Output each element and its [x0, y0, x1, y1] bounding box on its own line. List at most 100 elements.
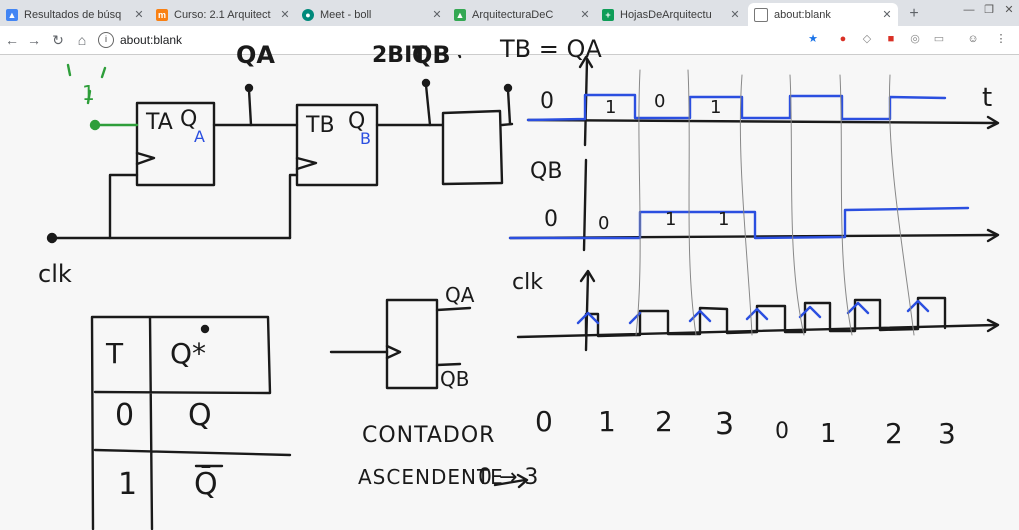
close-icon[interactable]: ✕	[278, 8, 292, 21]
counter-value: 3	[938, 417, 956, 450]
tab-title: HojasDeArquitectu	[620, 8, 712, 21]
tab-arquitectura[interactable]: ▲ ArquitecturaDeC ✕	[448, 3, 596, 26]
input-one-label: 1	[82, 81, 95, 105]
clk-label: clk	[38, 260, 72, 288]
close-window-button[interactable]: ✕	[1000, 3, 1018, 17]
next-block	[441, 109, 504, 186]
tab-strip: ▲ Resultados de búsq ✕ m Curso: 2.1 Arqu…	[0, 0, 1019, 26]
grid-line	[635, 69, 641, 336]
ff-a-clk-triangle	[135, 151, 156, 166]
ff-a-sub: A	[194, 127, 205, 146]
extension-icon[interactable]: ◇	[860, 32, 874, 46]
ff-b-t: TB	[306, 113, 335, 138]
cast-icon[interactable]: ▭	[932, 32, 946, 46]
tab-hojas[interactable]: + HojasDeArquitectu ✕	[596, 3, 746, 26]
counter-value: 0	[535, 405, 553, 438]
qb-bit: 1	[718, 209, 730, 230]
counter-label: CONTADOR	[362, 423, 496, 448]
time-axis-label: t	[982, 83, 993, 113]
tab-title: ArquitecturaDeC	[472, 8, 554, 21]
new-tab-button[interactable]: +	[904, 4, 924, 24]
back-button[interactable]: ←	[2, 30, 22, 50]
truth-row-2-q: Q̄	[194, 467, 218, 502]
label-qb: QB	[412, 41, 451, 69]
ascending-range: 0 → 3	[478, 465, 539, 490]
qa-bit: 0	[654, 91, 666, 112]
tab-title: Meet - boll	[320, 8, 372, 21]
close-icon[interactable]: ✕	[578, 8, 592, 21]
tab-meet[interactable]: ● Meet - boll ✕	[296, 3, 448, 26]
home-button[interactable]: ⌂	[72, 30, 92, 50]
record-icon[interactable]: ■	[884, 32, 898, 46]
qa-level-label: 0	[540, 89, 554, 114]
counter-value: 0	[775, 419, 789, 444]
block-out-qb: QB	[440, 367, 470, 391]
close-icon[interactable]: ✕	[132, 8, 146, 21]
reload-button[interactable]: ↻	[48, 30, 68, 50]
info-icon[interactable]: i	[98, 32, 114, 48]
qa-bit: 1	[605, 97, 617, 118]
google-drive-icon: ▲	[6, 8, 18, 21]
sheets-icon: +	[602, 8, 614, 21]
truth-header-q: Q*	[170, 337, 207, 370]
page-icon	[754, 7, 768, 22]
qb-bit: 0	[598, 213, 610, 234]
input-node	[89, 119, 101, 131]
forward-button[interactable]: →	[24, 30, 44, 50]
next-tap-node	[503, 83, 513, 93]
truth-header-t: T	[106, 337, 124, 370]
camera-icon[interactable]: ◎	[908, 32, 922, 46]
opera-icon[interactable]: ●	[836, 32, 850, 46]
qa-axis	[526, 118, 997, 125]
counter-block	[385, 298, 439, 390]
avatar[interactable]: ☺	[966, 32, 980, 46]
close-icon[interactable]: ✕	[880, 8, 894, 21]
bookmark-star-icon[interactable]: ★	[806, 32, 820, 46]
qa-tap	[247, 88, 253, 127]
counter-value: 1	[820, 419, 837, 449]
close-icon[interactable]: ✕	[430, 8, 444, 21]
clk-vertical-axis	[584, 271, 590, 352]
qb-row-label: QB	[530, 159, 563, 184]
qa-waveform	[526, 93, 947, 122]
tab-curso[interactable]: m Curso: 2.1 Arquitect ✕	[150, 3, 296, 26]
qb-level-label: 0	[544, 207, 558, 232]
counter-out-b	[435, 362, 462, 367]
tab-search-results[interactable]: ▲ Resultados de búsq ✕	[0, 3, 150, 26]
tab-about-blank[interactable]: about:blank ✕	[748, 3, 898, 26]
close-icon[interactable]: ✕	[728, 8, 742, 21]
counter-value: 2	[655, 405, 673, 438]
ff-a-t: TA	[146, 110, 173, 135]
meet-icon: ●	[302, 8, 314, 21]
truth-row-2-t: 1	[118, 467, 138, 502]
qb-bit: 1	[665, 209, 677, 230]
tab-title: Curso: 2.1 Arquitect	[174, 8, 271, 21]
menu-icon[interactable]: ⋮	[994, 32, 1008, 46]
qb-tap	[424, 83, 432, 127]
grid-line	[789, 74, 805, 336]
next-tap	[506, 88, 512, 126]
tab-title: about:blank	[774, 8, 831, 21]
ff-b-sub: B	[360, 129, 371, 148]
tab-title: Resultados de búsq	[24, 8, 122, 21]
counter-clk-triangle	[385, 344, 402, 360]
truth-row-1-q: Q	[188, 398, 212, 433]
minimize-button[interactable]: —	[960, 3, 978, 17]
qa-bit: 1	[710, 97, 722, 118]
counter-value: 2	[885, 417, 903, 450]
maximize-button[interactable]: ❐	[980, 3, 998, 17]
equation: TB = QA	[500, 35, 602, 63]
moodle-icon: m	[156, 8, 168, 21]
whiteboard: 2BIT QA QB TB = QA clk 1 TA Q A TB Q B T…	[0, 35, 1019, 530]
block-out-qa: QA	[445, 283, 475, 307]
grid-line	[687, 69, 697, 336]
q-star-mark	[200, 324, 210, 334]
url-text: about:blank	[120, 33, 183, 47]
google-drive-icon: ▲	[454, 8, 466, 21]
qa-tap-node	[244, 83, 254, 93]
ff-b-clk-triangle	[295, 156, 318, 171]
clk-row-label: clk	[512, 270, 543, 295]
counter-out-a	[435, 306, 472, 312]
label-qa: QA	[236, 41, 275, 69]
clk-node	[46, 232, 58, 244]
